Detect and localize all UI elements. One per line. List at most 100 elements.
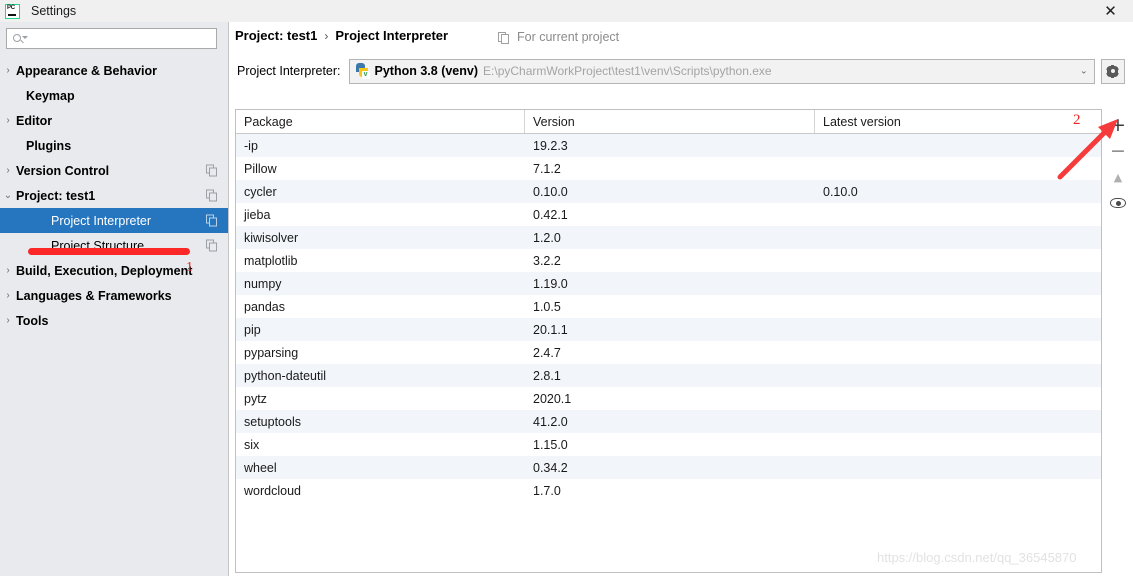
table-body: -ip 19.2.3 Pillow 7.1.2 cycler 0.10.0 0.10.0 ji… xyxy=(236,134,1101,502)
copy-icon xyxy=(206,239,219,252)
package-version: 1.19.0 xyxy=(533,276,568,291)
chevron-right-icon[interactable]: › xyxy=(0,115,16,126)
upgrade-package-button[interactable]: ▲ xyxy=(1105,164,1131,190)
package-name: pandas xyxy=(244,299,286,314)
sidebar-item-project-test1[interactable]: ⌄ Project: test1 xyxy=(0,183,228,208)
title-bar: PC Settings ✕ xyxy=(0,0,1133,22)
package-latest-version xyxy=(815,479,1101,502)
annotation-underline-1 xyxy=(28,248,190,255)
interpreter-settings-button[interactable] xyxy=(1100,58,1125,84)
chevron-right-icon[interactable]: › xyxy=(0,315,16,326)
remove-package-button[interactable]: − xyxy=(1105,138,1131,164)
chevron-down-icon[interactable]: ⌄ xyxy=(0,190,16,201)
table-row[interactable]: pytz 2020.1 xyxy=(236,387,1101,410)
sidebar-item-appearance-behavior[interactable]: › Appearance & Behavior xyxy=(0,58,228,83)
search-container xyxy=(0,22,228,49)
python-icon: v xyxy=(355,63,371,79)
chevron-right-icon[interactable]: › xyxy=(0,290,16,301)
sidebar-item-label: Project: test1 xyxy=(16,188,96,203)
packages-toolbar: + − ▲ xyxy=(1104,109,1132,573)
table-row[interactable]: -ip 19.2.3 xyxy=(236,134,1101,157)
package-name: python-dateutil xyxy=(244,368,327,383)
main-panel: Project: test1 › Project Interpreter For… xyxy=(230,22,1133,576)
table-row[interactable]: pandas 1.0.5 xyxy=(236,295,1101,318)
column-header-latest-version[interactable]: Latest version xyxy=(815,110,1101,133)
show-early-releases-button[interactable] xyxy=(1105,190,1131,216)
chevron-down-icon[interactable]: ⌄ xyxy=(1080,66,1088,77)
package-latest-version xyxy=(815,226,1101,249)
sidebar-item-label: Editor xyxy=(16,113,53,128)
settings-sidebar: › Appearance & Behavior Keymap › Editor Plugi… xyxy=(0,22,229,576)
sidebar-item-tools[interactable]: › Tools xyxy=(0,308,228,333)
package-latest-version xyxy=(815,134,1101,157)
sidebar-item-languages-frameworks[interactable]: › Languages & Frameworks xyxy=(0,283,228,308)
copy-icon xyxy=(206,164,219,177)
package-version: 2.4.7 xyxy=(533,345,561,360)
breadcrumb: Project: test1 › Project Interpreter xyxy=(235,28,448,43)
sidebar-item-editor[interactable]: › Editor xyxy=(0,108,228,133)
copy-icon xyxy=(206,214,219,227)
annotation-marker-2: 2 xyxy=(1073,112,1081,128)
interpreter-dropdown[interactable]: v Python 3.8 (venv) E:\pyCharmWorkProjec… xyxy=(348,58,1095,84)
table-row[interactable]: wheel 0.34.2 xyxy=(236,456,1101,479)
add-package-button[interactable]: + xyxy=(1105,112,1131,138)
table-row[interactable]: jieba 0.42.1 xyxy=(236,203,1101,226)
settings-tree: › Appearance & Behavior Keymap › Editor Plugi… xyxy=(0,58,228,333)
interpreter-row: Project Interpreter: v Python 3.8 (venv)… xyxy=(230,56,1133,86)
package-name: numpy xyxy=(244,276,282,291)
package-version: 1.15.0 xyxy=(533,437,568,452)
column-header-package[interactable]: Package xyxy=(236,110,525,133)
table-row[interactable]: python-dateutil 2.8.1 xyxy=(236,364,1101,387)
sidebar-item-label: Tools xyxy=(16,313,49,328)
sidebar-item-plugins[interactable]: Plugins xyxy=(0,133,228,158)
package-version: 41.2.0 xyxy=(533,414,568,429)
sidebar-item-keymap[interactable]: Keymap xyxy=(0,83,228,108)
table-row[interactable]: kiwisolver 1.2.0 xyxy=(236,226,1101,249)
package-version: 0.10.0 xyxy=(533,184,568,199)
table-row[interactable]: pyparsing 2.4.7 xyxy=(236,341,1101,364)
table-row[interactable]: setuptools 41.2.0 xyxy=(236,410,1101,433)
window-title: Settings xyxy=(31,4,77,18)
sidebar-item-label: Plugins xyxy=(26,138,72,153)
table-row[interactable]: cycler 0.10.0 0.10.0 xyxy=(236,180,1101,203)
venv-badge: v xyxy=(361,71,370,79)
copy-icon xyxy=(206,189,219,202)
interpreter-path: E:\pyCharmWorkProject\test1\venv\Scripts… xyxy=(483,64,772,78)
package-latest-version xyxy=(815,433,1101,456)
sidebar-item-label: Appearance & Behavior xyxy=(16,63,158,78)
sidebar-item-version-control[interactable]: › Version Control xyxy=(0,158,228,183)
table-row[interactable]: pip 20.1.1 xyxy=(236,318,1101,341)
search-box[interactable] xyxy=(6,28,217,49)
breadcrumb-separator: › xyxy=(324,28,329,43)
package-version: 0.34.2 xyxy=(533,460,568,475)
package-version: 1.2.0 xyxy=(533,230,561,245)
package-latest-version xyxy=(815,203,1101,226)
package-version: 19.2.3 xyxy=(533,138,568,153)
interpreter-label: Project Interpreter: xyxy=(237,64,341,78)
sidebar-item-project-interpreter[interactable]: Project Interpreter xyxy=(0,208,228,233)
search-input[interactable] xyxy=(26,31,216,46)
package-latest-version xyxy=(815,249,1101,272)
annotation-marker-1: 1 xyxy=(186,260,193,275)
table-row[interactable]: six 1.15.0 xyxy=(236,433,1101,456)
table-row[interactable]: wordcloud 1.7.0 xyxy=(236,479,1101,502)
package-version: 1.7.0 xyxy=(533,483,561,498)
for-current-project-label: For current project xyxy=(498,30,619,44)
column-header-version[interactable]: Version xyxy=(525,110,815,133)
chevron-right-icon[interactable]: › xyxy=(0,165,16,176)
table-row[interactable]: numpy 1.19.0 xyxy=(236,272,1101,295)
table-row[interactable]: matplotlib 3.2.2 xyxy=(236,249,1101,272)
package-latest-version: 0.10.0 xyxy=(823,184,858,199)
package-version: 3.2.2 xyxy=(533,253,561,268)
eye-icon xyxy=(1110,198,1126,208)
package-name: wordcloud xyxy=(244,483,301,498)
chevron-right-icon[interactable]: › xyxy=(0,265,16,276)
pycharm-logo-text: PC xyxy=(7,4,15,11)
chevron-right-icon[interactable]: › xyxy=(0,65,16,76)
package-name: pytz xyxy=(244,391,267,406)
close-icon[interactable]: ✕ xyxy=(1088,0,1133,22)
sidebar-item-build-execution-deployment[interactable]: › Build, Execution, Deployment xyxy=(0,258,228,283)
breadcrumb-root[interactable]: Project: test1 xyxy=(235,28,317,43)
table-row[interactable]: Pillow 7.1.2 xyxy=(236,157,1101,180)
package-latest-version xyxy=(815,157,1101,180)
